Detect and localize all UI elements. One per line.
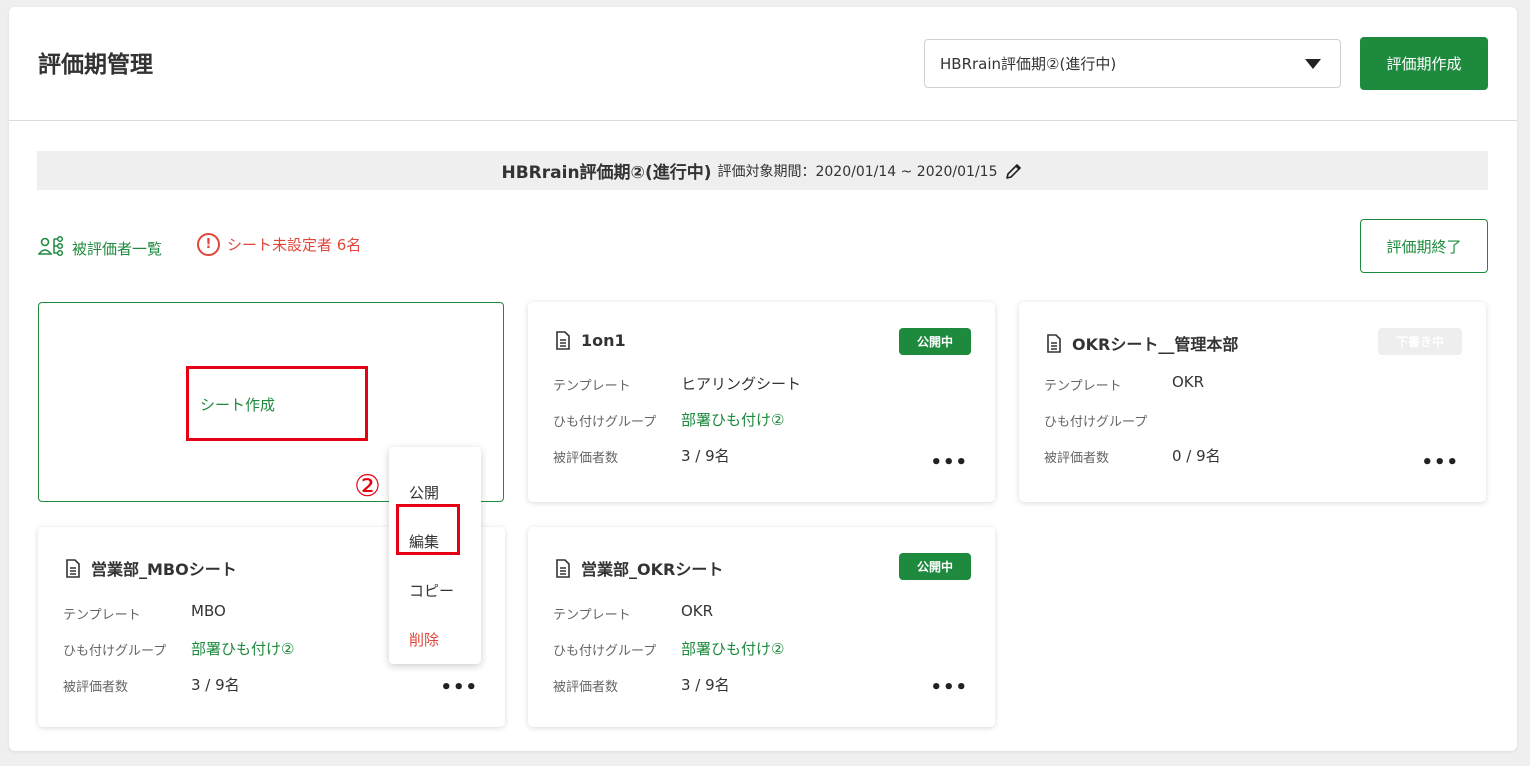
people-network-icon [37,235,66,261]
group-value[interactable]: 部署ひも付け② [681,638,784,659]
group-label: ひも付けグループ [1044,415,1148,430]
count-label: 被評価者数 [1044,451,1110,466]
template-label: テンプレート [553,379,631,394]
group-value[interactable]: 部署ひも付け② [191,638,294,659]
pencil-icon[interactable] [1004,161,1024,181]
template-value: MBO [191,602,226,620]
count-value: 3 / 9名 [681,676,730,694]
end-period-button[interactable]: 評価期終了 [1360,219,1488,273]
template-value: OKR [1172,373,1205,391]
template-value: ヒアリングシート [681,375,802,393]
card-title-text: 1on1 [581,331,626,350]
annotation-step-number: ② [354,469,381,504]
count-label: 被評価者数 [63,680,129,695]
menu-item-copy[interactable]: コピー [409,580,454,601]
unassigned-warning-label: シート未設定者 6名 [227,236,362,254]
annotation-highlight-create [186,366,368,441]
period-select-value: HBRrain評価期②(進行中) [940,55,1117,73]
card-title: OKRシート__管理本部 [1046,331,1238,355]
main-panel: 評価期管理 HBRrain評価期②(進行中) 評価期作成 HBRrain評価期②… [9,7,1517,751]
sheet-card: 営業部_OKRシート 公開中 テンプレート OKR ひも付けグループ 部署ひも付… [528,527,995,727]
count-value: 3 / 9名 [191,676,240,694]
caret-down-icon [1305,59,1321,69]
sheet-card: OKRシート__管理本部 下書き中 テンプレート OKR ひも付けグループ 被評… [1019,302,1486,502]
unassigned-warning[interactable]: ! シート未設定者 6名 [197,233,361,256]
card-title: 1on1 [555,331,626,350]
banner-period-name: HBRrain評価期②(進行中) [501,163,712,183]
more-horizontal-icon[interactable]: ••• [440,679,478,697]
group-label: ひも付けグループ [553,644,657,659]
status-badge: 公開中 [898,553,971,580]
group-label: ひも付けグループ [553,415,657,430]
annotation-highlight-edit [396,504,460,555]
status-badge: 下書き中 [1377,328,1462,355]
document-icon [555,331,571,350]
evaluee-list-link[interactable]: 被評価者一覧 [37,235,163,261]
sheet-card: 1on1 公開中 テンプレート ヒアリングシート ひも付けグループ 部署ひも付け… [528,302,995,502]
card-title-text: OKRシート__管理本部 [1072,335,1239,354]
document-icon [65,558,81,578]
template-label: テンプレート [63,608,141,623]
header-divider [9,120,1517,121]
more-horizontal-icon[interactable]: ••• [930,454,968,472]
count-value: 0 / 9名 [1172,447,1221,465]
more-horizontal-icon[interactable]: ••• [930,679,968,697]
template-label: テンプレート [553,608,631,623]
status-badge: 公開中 [898,328,971,355]
template-value: OKR [681,602,714,620]
period-select[interactable]: HBRrain評価期②(進行中) [924,39,1341,88]
document-icon [1046,333,1062,353]
menu-item-delete[interactable]: 削除 [409,629,439,650]
count-label: 被評価者数 [553,451,619,466]
card-title-text: 営業部_MBOシート [91,560,237,579]
page-title: 評価期管理 [38,52,153,78]
menu-item-publish[interactable]: 公開 [409,482,439,503]
card-title: 営業部_OKRシート [555,556,723,580]
count-label: 被評価者数 [553,680,619,695]
context-menu: 公開 編集 コピー 削除 [389,447,481,664]
card-title-text: 営業部_OKRシート [581,560,724,579]
group-value[interactable]: 部署ひも付け② [681,409,784,430]
card-title: 営業部_MBOシート [65,556,237,580]
document-icon [555,558,571,578]
exclamation-circle-icon: ! [197,233,220,256]
create-period-button[interactable]: 評価期作成 [1360,37,1488,90]
banner-period-range: 評価対象期間：2020/01/14 ~ 2020/01/15 [717,163,998,180]
evaluee-list-label: 被評価者一覧 [72,239,163,258]
template-label: テンプレート [1044,379,1122,394]
group-label: ひも付けグループ [63,644,167,659]
more-horizontal-icon[interactable]: ••• [1421,454,1459,472]
period-banner: HBRrain評価期②(進行中) 評価対象期間：2020/01/14 ~ 202… [37,151,1488,190]
count-value: 3 / 9名 [681,447,730,465]
